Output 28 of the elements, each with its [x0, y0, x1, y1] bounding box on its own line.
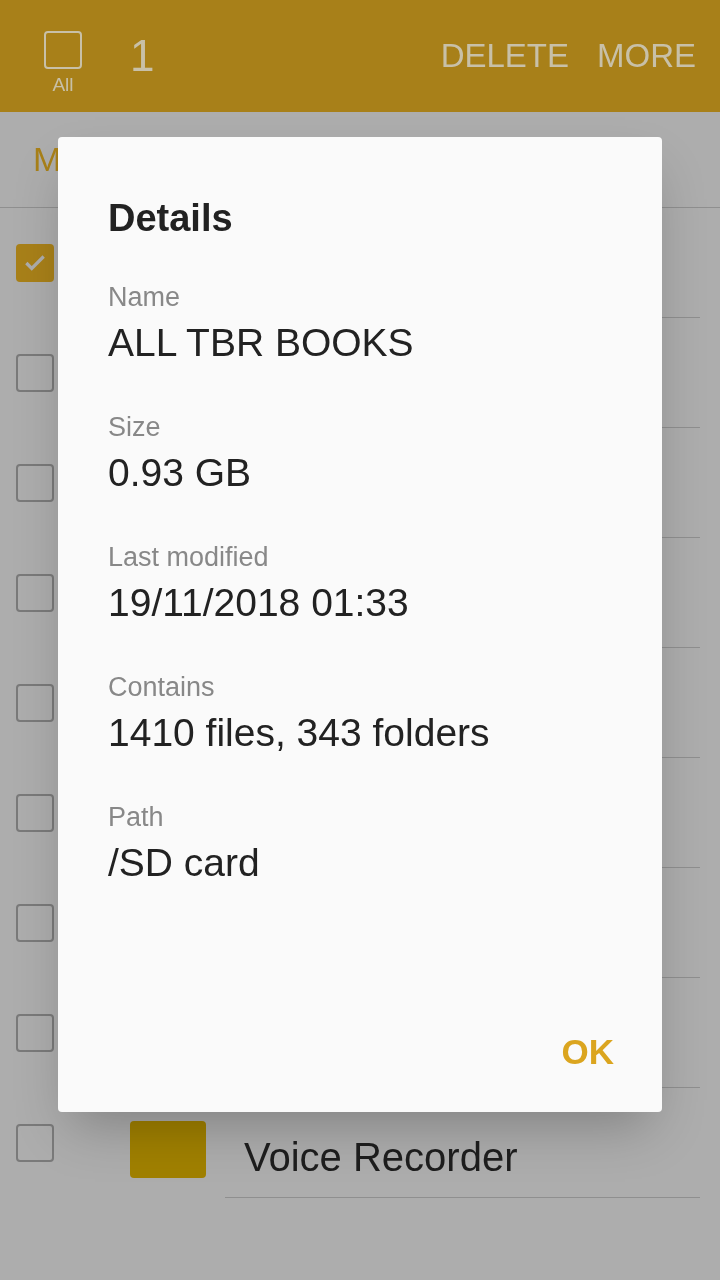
field-label: Path — [108, 801, 165, 833]
dialog-title: Details — [108, 196, 234, 241]
action-button[interactable]: DELETE — [440, 31, 569, 81]
field-label: Last modified — [108, 541, 270, 573]
folder-name[interactable]: Voice Recorder — [244, 1135, 518, 1179]
field-label: Size — [108, 411, 162, 443]
checkbox[interactable] — [16, 244, 54, 282]
select-all-label: All — [52, 72, 74, 97]
action-button[interactable]: MORE — [597, 31, 696, 81]
checkbox[interactable] — [16, 794, 54, 832]
field-value: 19/11/2018 01:33 — [108, 580, 410, 626]
checkbox[interactable] — [16, 904, 54, 942]
checkbox[interactable] — [16, 1124, 54, 1162]
ok-button[interactable]: OK — [561, 1025, 614, 1078]
field-value: 0.93 GB — [108, 450, 253, 496]
field-value: 1410 files, 343 folders — [108, 710, 491, 756]
checkbox[interactable] — [16, 1014, 54, 1052]
selected-count: 1 — [130, 30, 155, 82]
folder-icon — [130, 1120, 206, 1178]
checkbox[interactable] — [16, 684, 54, 722]
field-label: Name — [108, 281, 182, 313]
checkbox[interactable] — [16, 574, 54, 612]
field-label: Contains — [108, 671, 216, 703]
field-value: ALL TBR BOOKS — [108, 320, 415, 366]
field-value: /SD card — [108, 840, 261, 886]
checkbox[interactable] — [16, 354, 54, 392]
checkbox[interactable] — [16, 464, 54, 502]
checkbox[interactable] — [44, 30, 82, 69]
